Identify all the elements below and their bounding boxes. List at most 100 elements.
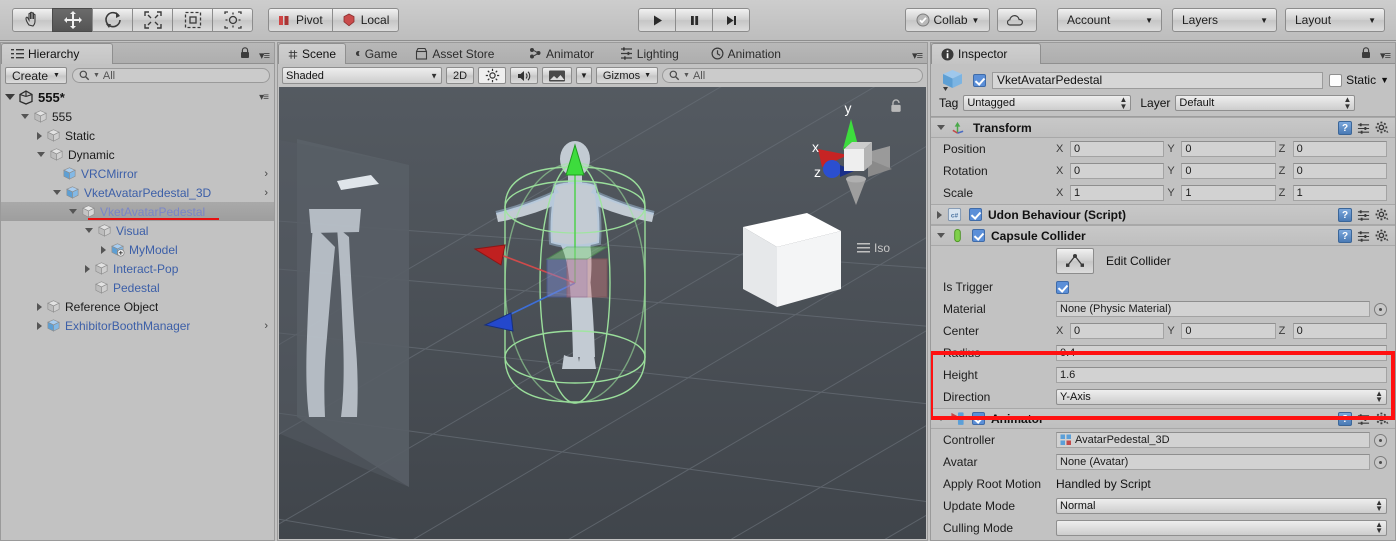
draw-mode-dropdown[interactable]: Shaded ▼ (282, 67, 442, 84)
layers-dropdown[interactable]: Layers ▼ (1172, 8, 1277, 32)
row-chevron-right-icon[interactable]: › (264, 187, 268, 199)
lock-icon[interactable] (240, 47, 250, 59)
scale-tool-button[interactable] (132, 8, 173, 32)
pivot-toggle-button[interactable]: Pivot (268, 8, 333, 32)
vector-y-input[interactable]: 0 (1181, 163, 1276, 179)
hierarchy-row[interactable]: VketAvatarPedestal_3D › (1, 183, 274, 202)
expand-arrow-icon[interactable] (101, 245, 106, 254)
object-reference-input[interactable]: None (Avatar) (1056, 454, 1370, 470)
pause-button[interactable] (675, 8, 713, 32)
tab-animator[interactable]: Animator (520, 43, 611, 64)
step-button[interactable] (712, 8, 750, 32)
property-dropdown[interactable]: Normal ▲ ▼ (1056, 498, 1387, 514)
inspector-menu-icon[interactable]: ▾≡ (1380, 49, 1391, 62)
component-header-udon-behaviour-script-[interactable]: c# Udon Behaviour (Script)? (931, 204, 1395, 225)
row-chevron-right-icon[interactable]: › (264, 320, 268, 332)
gear-icon[interactable] (1375, 412, 1389, 426)
expand-arrow-icon[interactable] (69, 209, 77, 214)
vector-y-input[interactable]: 0 (1181, 141, 1276, 157)
effects-toggle-button[interactable] (542, 67, 572, 84)
property-checkbox[interactable] (1056, 280, 1069, 294)
rect-tool-button[interactable] (172, 8, 213, 32)
hierarchy-row[interactable]: VketAvatarPedestal (1, 202, 274, 221)
hierarchy-row[interactable]: MyModel (1, 240, 274, 259)
transform-tool-button[interactable] (212, 8, 253, 32)
component-enabled-checkbox[interactable] (969, 208, 982, 221)
expand-arrow-icon[interactable] (37, 152, 45, 157)
hand-tool-button[interactable] (12, 8, 53, 32)
tab-game[interactable]: Game (346, 43, 406, 64)
expand-arrow-icon[interactable] (21, 114, 29, 119)
value-input[interactable]: 1.6 (1056, 367, 1387, 383)
vector-z-input[interactable]: 0 (1292, 163, 1387, 179)
object-picker-button[interactable] (1374, 433, 1387, 447)
preset-icon[interactable] (1357, 122, 1370, 135)
collab-button[interactable]: Collab ▼ (905, 8, 990, 32)
hierarchy-search-input[interactable]: ▼ All (71, 68, 270, 83)
scene-view-axis-gizmo[interactable]: y x z (796, 97, 906, 222)
object-picker-button[interactable] (1374, 455, 1387, 469)
cloud-button[interactable] (997, 8, 1037, 32)
value-input[interactable]: 0.4 (1056, 345, 1387, 361)
hierarchy-scene-row[interactable]: 555* ▾≡ (1, 87, 274, 107)
move-tool-button[interactable] (52, 8, 93, 32)
hierarchy-row[interactable]: Static (1, 126, 274, 145)
vector-z-input[interactable]: 1 (1292, 185, 1387, 201)
hierarchy-row[interactable]: VRCMirror › (1, 164, 274, 183)
layer-dropdown[interactable]: Default ▲ ▼ (1175, 95, 1356, 111)
layout-dropdown[interactable]: Layout ▼ (1285, 8, 1385, 32)
static-toggle-group[interactable]: Static ▼ (1329, 73, 1389, 87)
component-expand-arrow-icon[interactable] (937, 416, 945, 421)
component-header-animator[interactable]: Animator? (931, 408, 1395, 429)
gear-icon[interactable] (1375, 208, 1389, 222)
tag-dropdown[interactable]: Untagged ▲ ▼ (963, 95, 1132, 111)
object-reference-input[interactable]: None (Physic Material) (1056, 301, 1370, 317)
play-button[interactable] (638, 8, 676, 32)
local-toggle-button[interactable]: Local (331, 8, 400, 32)
preset-icon[interactable] (1357, 209, 1370, 222)
scene-menu-icon[interactable]: ▾≡ (912, 49, 923, 62)
vector-x-input[interactable]: 1 (1070, 185, 1165, 201)
help-icon[interactable]: ? (1338, 208, 1352, 222)
scene-menu-icon[interactable]: ▾≡ (259, 92, 269, 103)
hierarchy-row[interactable]: Interact-Pop (1, 259, 274, 278)
vector-z-input[interactable]: 0 (1292, 323, 1387, 339)
help-icon[interactable]: ? (1338, 229, 1352, 243)
vector-x-input[interactable]: 0 (1070, 163, 1165, 179)
expand-arrow-icon[interactable] (85, 264, 90, 273)
object-enabled-checkbox[interactable] (973, 73, 986, 87)
component-expand-arrow-icon[interactable] (937, 210, 942, 219)
tab-hierarchy[interactable]: Hierarchy (1, 43, 113, 64)
hierarchy-row[interactable]: Pedestal (1, 278, 274, 297)
static-checkbox[interactable] (1329, 73, 1343, 87)
2d-toggle-button[interactable]: 2D (446, 67, 474, 84)
component-header-transform[interactable]: Transform? (931, 117, 1395, 138)
object-name-input[interactable]: VketAvatarPedestal (992, 71, 1324, 89)
hierarchy-row[interactable]: 555 (1, 107, 274, 126)
static-chevron-down-icon[interactable]: ▼ (1380, 75, 1389, 85)
object-reference-input[interactable]: AvatarPedestal_3D (1056, 432, 1370, 448)
account-dropdown[interactable]: Account ▼ (1057, 8, 1162, 32)
expand-arrow-icon[interactable] (37, 131, 42, 140)
tab-asset-store[interactable]: Asset Store (406, 43, 520, 64)
gear-icon[interactable] (1375, 229, 1389, 243)
tab-scene[interactable]: Scene (278, 43, 346, 64)
component-expand-arrow-icon[interactable] (937, 233, 945, 238)
vector-y-input[interactable]: 0 (1181, 323, 1276, 339)
inspector-lock-icon[interactable] (1361, 47, 1371, 59)
expand-arrow-icon[interactable] (37, 321, 42, 330)
property-dropdown[interactable]: ▲ ▼ (1056, 520, 1387, 536)
scene-search-input[interactable]: ▼ All (662, 68, 923, 83)
help-icon[interactable]: ? (1338, 412, 1352, 426)
tab-inspector[interactable]: Inspector (931, 43, 1041, 64)
vector-x-input[interactable]: 0 (1070, 323, 1165, 339)
rotate-tool-button[interactable] (92, 8, 133, 32)
scene-projection-label[interactable]: Iso (856, 241, 890, 255)
component-header-capsule-collider[interactable]: Capsule Collider? (931, 225, 1395, 246)
audio-toggle-button[interactable] (510, 67, 538, 84)
hierarchy-tree[interactable]: 555* ▾≡ 555 Static Dynamic VRCMirror › VketAv… (1, 87, 274, 540)
row-chevron-right-icon[interactable]: › (264, 168, 268, 180)
vector-z-input[interactable]: 0 (1292, 141, 1387, 157)
component-enabled-checkbox[interactable] (972, 412, 985, 425)
hierarchy-row[interactable]: Dynamic (1, 145, 274, 164)
